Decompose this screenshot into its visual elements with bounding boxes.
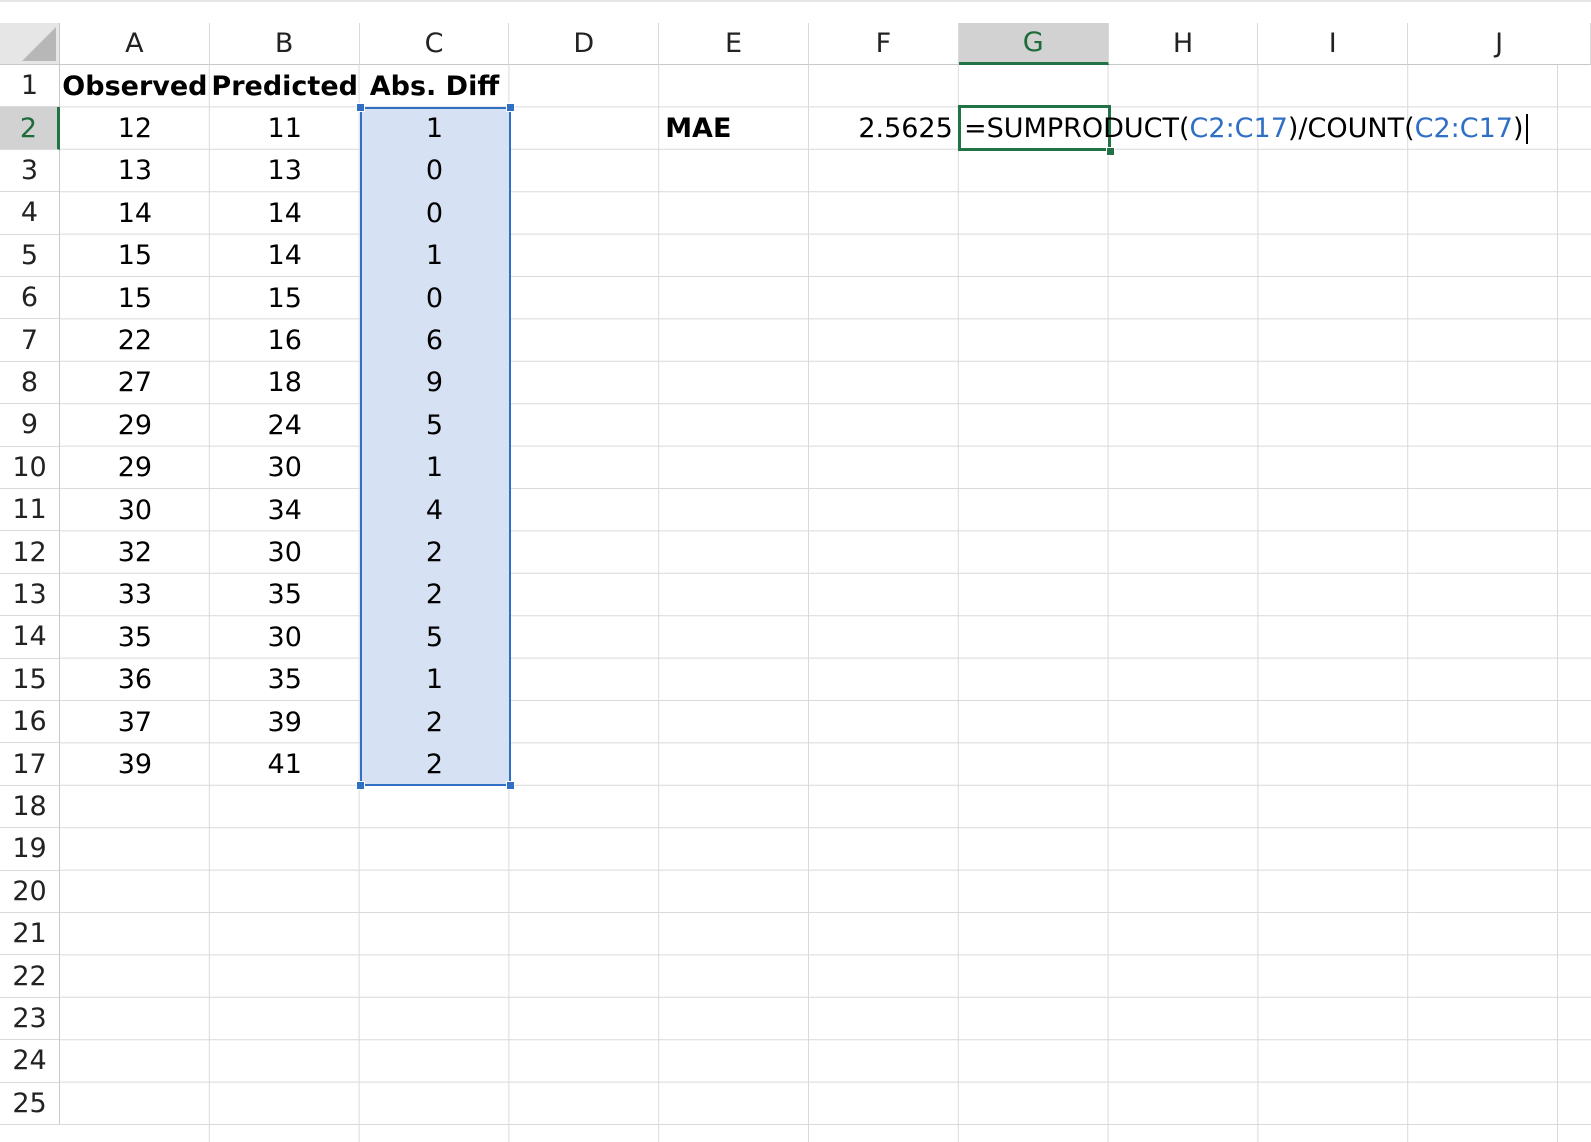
row-header-24[interactable]: 24 (0, 1040, 60, 1083)
abs-diff-cell[interactable]: 1 (360, 107, 510, 149)
top-strip (0, 0, 1591, 2)
row-header-19[interactable]: 19 (0, 828, 60, 871)
column-header-f[interactable]: F (809, 23, 959, 65)
predicted-cell[interactable]: 39 (210, 701, 360, 743)
abs-diff-cell[interactable]: 2 (360, 743, 510, 785)
predicted-cell[interactable]: 41 (210, 743, 360, 785)
abs-diff-cell[interactable]: 2 (360, 574, 510, 616)
formula-function-part: =SUMPRODUCT( (964, 113, 1190, 145)
mae-value[interactable]: 2.5625 (809, 107, 959, 149)
formula-reference-1: C2:C17 (1189, 113, 1288, 145)
observed-cell[interactable]: 37 (60, 701, 210, 743)
observed-cell[interactable]: 29 (60, 404, 210, 446)
predicted-cell[interactable]: 34 (210, 489, 360, 531)
observed-cell[interactable]: 13 (60, 150, 210, 192)
abs-diff-cell[interactable]: 2 (360, 531, 510, 573)
row-header-18[interactable]: 18 (0, 785, 60, 829)
abs-diff-cell[interactable]: 1 (360, 235, 510, 277)
row-header-2[interactable]: 2 (0, 107, 60, 150)
column-header-i[interactable]: I (1258, 23, 1409, 65)
formula-closing-paren: ) (1512, 113, 1524, 145)
observed-cell[interactable]: 32 (60, 531, 210, 573)
row-header-1[interactable]: 1 (0, 65, 60, 108)
predicted-cell[interactable]: 14 (210, 192, 360, 234)
abs-diff-cell[interactable]: 6 (360, 319, 510, 361)
row-header-6[interactable]: 6 (0, 277, 60, 320)
header-observed[interactable]: Observed (60, 65, 210, 107)
row-header-10[interactable]: 10 (0, 446, 60, 489)
row-header-3[interactable]: 3 (0, 149, 60, 193)
row-header-21[interactable]: 21 (0, 913, 60, 956)
observed-cell[interactable]: 14 (60, 192, 210, 234)
abs-diff-cell[interactable]: 0 (360, 192, 510, 234)
column-header-j[interactable]: J (1408, 23, 1591, 65)
predicted-cell[interactable]: 24 (210, 404, 360, 446)
predicted-cell[interactable]: 30 (210, 616, 360, 658)
observed-cell[interactable]: 15 (60, 235, 210, 277)
observed-cell[interactable]: 22 (60, 319, 210, 361)
observed-cell[interactable]: 15 (60, 277, 210, 319)
predicted-cell[interactable]: 15 (210, 277, 360, 319)
observed-cell[interactable]: 39 (60, 743, 210, 785)
header-abs-diff[interactable]: Abs. Diff (360, 65, 510, 107)
predicted-cell[interactable]: 14 (210, 235, 360, 277)
observed-cell[interactable]: 30 (60, 489, 210, 531)
predicted-cell[interactable]: 16 (210, 319, 360, 361)
column-header-g[interactable]: G (958, 23, 1109, 65)
row-header-23[interactable]: 23 (0, 997, 60, 1041)
abs-diff-cell[interactable]: 0 (360, 150, 510, 192)
abs-diff-cell[interactable]: 1 (360, 447, 510, 489)
row-header-5[interactable]: 5 (0, 234, 60, 277)
row-header-20[interactable]: 20 (0, 870, 60, 913)
column-header-b[interactable]: B (209, 23, 360, 65)
observed-cell[interactable]: 29 (60, 447, 210, 489)
row-header-8[interactable]: 8 (0, 361, 60, 405)
row-header-22[interactable]: 22 (0, 955, 60, 998)
abs-diff-cell[interactable]: 5 (360, 616, 510, 658)
predicted-cell[interactable]: 11 (210, 107, 360, 149)
predicted-cell[interactable]: 35 (210, 659, 360, 701)
formula-in-cell[interactable]: =SUMPRODUCT(C2:C17)/COUNT(C2:C17) (964, 107, 1528, 149)
row-header-7[interactable]: 7 (0, 319, 60, 362)
predicted-cell[interactable]: 30 (210, 447, 360, 489)
row-header-4[interactable]: 4 (0, 192, 60, 235)
observed-cell[interactable]: 27 (60, 362, 210, 404)
abs-diff-cell[interactable]: 4 (360, 489, 510, 531)
row-header-9[interactable]: 9 (0, 404, 60, 447)
spreadsheet: ABCDEFGHIJ 1 2 3 4 5 6 7 8 9 10 11 12 13 14 15 16 17 18 19… (0, 0, 1591, 1142)
column-header-c[interactable]: C (359, 23, 510, 65)
column-header-d[interactable]: D (509, 23, 660, 65)
row-header-12[interactable]: 12 (0, 531, 60, 574)
header-predicted[interactable]: Predicted (210, 65, 360, 107)
row-header-25[interactable]: 25 (0, 1082, 60, 1125)
abs-diff-cell[interactable]: 1 (360, 659, 510, 701)
predicted-cell[interactable]: 30 (210, 531, 360, 573)
column-header-h[interactable]: H (1108, 23, 1259, 65)
formula-function-part-2: )/COUNT( (1287, 113, 1415, 145)
predicted-cell[interactable]: 18 (210, 362, 360, 404)
predicted-cell[interactable]: 13 (210, 150, 360, 192)
observed-cell[interactable]: 36 (60, 659, 210, 701)
row-header-14[interactable]: 14 (0, 616, 60, 659)
abs-diff-cell[interactable]: 0 (360, 277, 510, 319)
abs-diff-cell[interactable]: 9 (360, 362, 510, 404)
observed-cell[interactable]: 33 (60, 574, 210, 616)
row-header-17[interactable]: 17 (0, 743, 60, 786)
select-all-triangle-icon (22, 27, 56, 61)
row-header-16[interactable]: 16 (0, 701, 60, 744)
observed-cell[interactable]: 12 (60, 107, 210, 149)
column-header-a[interactable]: A (60, 23, 210, 65)
mae-label[interactable]: MAE (659, 107, 809, 149)
formula-reference-2: C2:C17 (1414, 113, 1513, 145)
abs-diff-cell[interactable]: 5 (360, 404, 510, 446)
abs-diff-cell[interactable]: 2 (360, 701, 510, 743)
row-header-13[interactable]: 13 (0, 573, 60, 617)
row-header-11[interactable]: 11 (0, 489, 60, 532)
predicted-cell[interactable]: 35 (210, 574, 360, 616)
observed-cell[interactable]: 35 (60, 616, 210, 658)
select-all-button[interactable] (0, 23, 60, 65)
row-header-15[interactable]: 15 (0, 658, 60, 701)
column-header-e[interactable]: E (659, 23, 809, 65)
text-cursor (1525, 113, 1528, 144)
